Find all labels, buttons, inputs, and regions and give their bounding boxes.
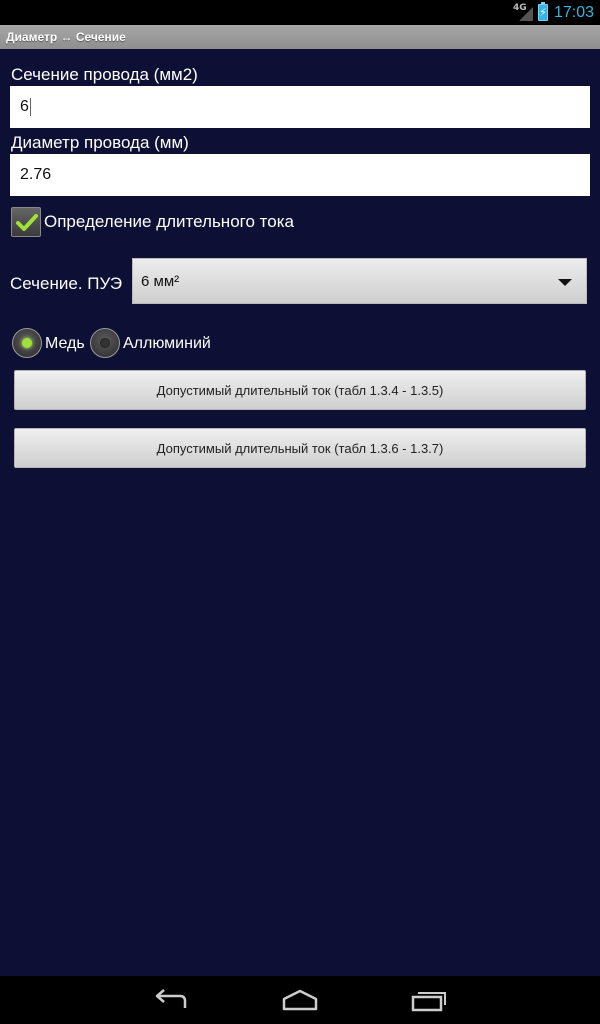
recent-apps-icon[interactable] — [409, 984, 449, 1016]
pue-section-spinner[interactable]: 6 мм² — [132, 258, 587, 304]
aluminium-radio[interactable] — [90, 328, 120, 358]
back-icon[interactable] — [151, 984, 191, 1016]
status-bar: 4G ⚡ 17:03 — [0, 0, 600, 25]
clock: 17:03 — [553, 3, 594, 21]
battery-icon: ⚡ — [537, 2, 548, 21]
table-136-137-button[interactable]: Допустимый длительный ток (табл 1.3.6 - … — [14, 428, 586, 468]
home-icon[interactable] — [280, 984, 320, 1016]
diameter-input[interactable]: 2.76 — [10, 154, 590, 196]
check-icon — [16, 214, 38, 231]
section-input[interactable]: 6 — [10, 86, 590, 128]
text-cursor — [29, 98, 31, 116]
aluminium-label: Аллюминий — [123, 335, 211, 352]
diameter-label: Диаметр провода (мм) — [11, 133, 189, 152]
copper-label: Медь — [45, 335, 85, 352]
pue-section-value: 6 мм² — [141, 272, 180, 290]
continuous-current-checkbox[interactable] — [11, 207, 41, 237]
title-bar: Диаметр ↔ Сечение — [0, 25, 600, 49]
continuous-current-label: Определение длительного тока — [44, 212, 294, 231]
section-label: Сечение провода (мм2) — [11, 65, 198, 84]
dropdown-arrow-icon — [558, 279, 572, 286]
screen: 4G ⚡ 17:03 Диаметр ↔ Сечение Сечение про… — [0, 0, 600, 1024]
app-title: Диаметр ↔ Сечение — [6, 30, 126, 44]
diameter-value: 2.76 — [20, 166, 52, 183]
section-value: 6 — [20, 98, 29, 115]
navigation-bar — [0, 976, 600, 1024]
copper-radio[interactable] — [12, 328, 42, 358]
pue-section-label: Сечение. ПУЭ — [10, 274, 123, 293]
signal-icon: 4G — [513, 3, 533, 23]
table-134-135-button[interactable]: Допустимый длительный ток (табл 1.3.4 - … — [14, 370, 586, 410]
